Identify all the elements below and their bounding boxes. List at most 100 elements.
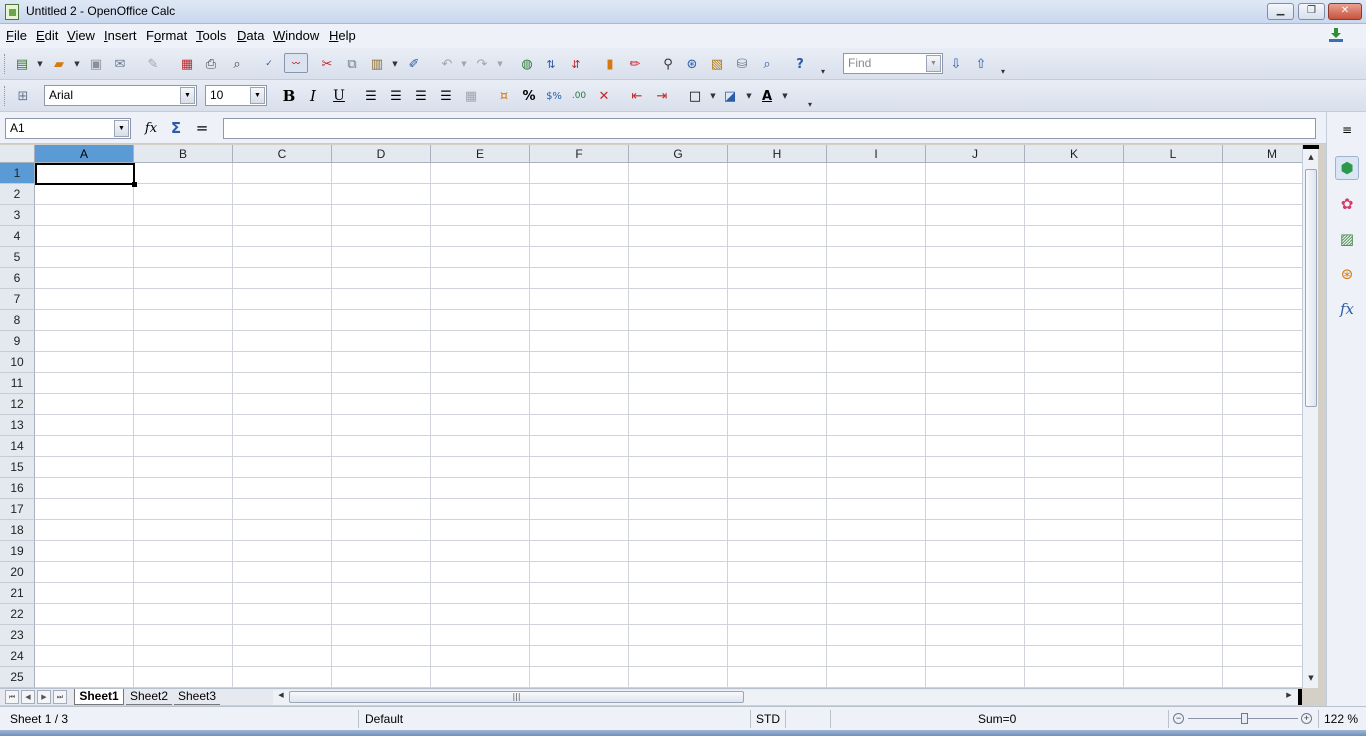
redo-dropdown-icon[interactable]: ▼	[496, 60, 504, 68]
new-dropdown-icon[interactable]: ▼	[36, 60, 44, 68]
borders-dropdown-icon[interactable]: ▼	[709, 92, 717, 100]
name-box-dropdown-icon[interactable]: ▼	[114, 120, 129, 137]
name-box[interactable]: A1 ▼	[5, 118, 131, 139]
update-available-icon[interactable]	[1328, 28, 1344, 42]
undo-dropdown-icon[interactable]: ▼	[460, 60, 468, 68]
align-right-icon[interactable]: ☰	[411, 86, 431, 106]
font-name-dropdown-icon[interactable]: ▼	[180, 87, 195, 104]
restore-button[interactable]: ❐	[1298, 3, 1325, 20]
scroll-left-icon[interactable]: ◀	[275, 691, 287, 703]
increase-indent-icon[interactable]: ⇥	[652, 86, 672, 106]
data-sources-icon[interactable]: ⛁	[732, 54, 752, 74]
menu-data[interactable]: Data	[237, 28, 264, 43]
row-header-4[interactable]: 4	[0, 226, 35, 247]
spellcheck-icon[interactable]: ✓	[259, 54, 279, 74]
font-size-box[interactable]: 10 ▼	[205, 85, 267, 106]
decrease-indent-icon[interactable]: ⇤	[627, 86, 647, 106]
email-document-icon[interactable]: ✉	[110, 54, 130, 74]
column-header-b[interactable]: B	[134, 145, 233, 163]
row-header-2[interactable]: 2	[0, 184, 35, 205]
underline-icon[interactable]: U	[329, 86, 349, 106]
row-header-14[interactable]: 14	[0, 436, 35, 457]
row-header-8[interactable]: 8	[0, 310, 35, 331]
row-header-15[interactable]: 15	[0, 457, 35, 478]
last-sheet-icon[interactable]: ⏭	[53, 690, 67, 704]
previous-sheet-icon[interactable]: ◀	[21, 690, 35, 704]
delete-decimal-place-icon[interactable]: ✕	[594, 86, 614, 106]
italic-icon[interactable]: I	[303, 86, 323, 106]
row-header-16[interactable]: 16	[0, 478, 35, 499]
export-pdf-icon[interactable]: ▦	[177, 54, 197, 74]
sheet-tab-1[interactable]: Sheet1	[74, 689, 124, 705]
minimize-button[interactable]: ▁	[1267, 3, 1294, 20]
hyperlink-icon[interactable]: ◍	[517, 54, 537, 74]
horizontal-scrollbar[interactable]: ◀ ||| ▶	[273, 690, 1298, 705]
column-header-k[interactable]: K	[1025, 145, 1124, 163]
sum-label[interactable]: Sum=0	[978, 712, 1016, 726]
scroll-up-icon[interactable]: ▲	[1303, 153, 1319, 165]
active-cell-cursor[interactable]	[35, 163, 137, 187]
column-header-m[interactable]: M	[1223, 145, 1302, 163]
vertical-scrollbar[interactable]: ▲ ▼	[1302, 145, 1319, 688]
background-color-icon[interactable]: ◪	[720, 86, 740, 106]
next-sheet-icon[interactable]: ▶	[37, 690, 51, 704]
vertical-split-handle[interactable]	[1303, 145, 1319, 149]
row-header-7[interactable]: 7	[0, 289, 35, 310]
menu-tools[interactable]: Tools	[196, 28, 226, 43]
zoom-percent-label[interactable]: 122 %	[1324, 712, 1358, 726]
zoom-in-icon[interactable]: +	[1301, 713, 1312, 724]
horizontal-scroll-thumb[interactable]: |||	[289, 691, 744, 703]
help-icon[interactable]: ?	[790, 54, 810, 74]
toolbar-grip[interactable]	[4, 86, 7, 106]
row-header-23[interactable]: 23	[0, 625, 35, 646]
row-header-5[interactable]: 5	[0, 247, 35, 268]
align-center-icon[interactable]: ☰	[386, 86, 406, 106]
sidebar-menu-icon[interactable]: ≡	[1335, 118, 1359, 142]
toolbar-overflow-icon[interactable]: ▾	[818, 52, 828, 76]
styles-icon[interactable]: ✿	[1335, 192, 1359, 216]
undo-icon[interactable]: ↶	[437, 54, 457, 74]
open-folder-icon[interactable]: ▰	[49, 54, 69, 74]
sheet-tab-3[interactable]: Sheet3	[174, 689, 220, 705]
sort-descending-icon[interactable]: ⇵	[566, 54, 586, 74]
standard-number-format-icon[interactable]: $%	[544, 86, 564, 106]
row-header-13[interactable]: 13	[0, 415, 35, 436]
row-header-24[interactable]: 24	[0, 646, 35, 667]
column-header-j[interactable]: J	[926, 145, 1025, 163]
row-header-17[interactable]: 17	[0, 499, 35, 520]
row-header-25[interactable]: 25	[0, 667, 35, 688]
select-all-corner[interactable]	[0, 145, 35, 163]
sort-ascending-icon[interactable]: ⇅	[541, 54, 561, 74]
gallery-sidebar-icon[interactable]: ▨	[1335, 227, 1359, 251]
find-input[interactable]: Find ▼	[843, 53, 943, 74]
edit-file-icon[interactable]: ✎	[143, 54, 163, 74]
column-header-e[interactable]: E	[431, 145, 530, 163]
find-dropdown-icon[interactable]: ▼	[926, 55, 941, 72]
show-draw-functions-icon[interactable]: ✏	[625, 54, 645, 74]
properties-icon[interactable]: ⬢	[1335, 156, 1359, 180]
font-color-dropdown-icon[interactable]: ▼	[781, 92, 789, 100]
column-header-c[interactable]: C	[233, 145, 332, 163]
menu-view[interactable]: View	[67, 28, 95, 43]
find-replace-icon[interactable]: ⚲	[658, 54, 678, 74]
vertical-scroll-thumb[interactable]	[1305, 169, 1317, 407]
row-header-20[interactable]: 20	[0, 562, 35, 583]
copy-icon[interactable]: ⧉	[342, 54, 362, 74]
selection-mode-label[interactable]: STD	[756, 712, 780, 726]
redo-icon[interactable]: ↷	[472, 54, 492, 74]
bold-icon[interactable]: B	[279, 86, 299, 106]
column-header-i[interactable]: I	[827, 145, 926, 163]
column-header-a[interactable]: A	[35, 145, 134, 163]
font-name-box[interactable]: Arial ▼	[44, 85, 197, 106]
menu-file[interactable]: File	[6, 28, 27, 43]
menu-edit[interactable]: Edit	[36, 28, 58, 43]
toolbar-grip[interactable]	[4, 54, 7, 74]
paste-icon[interactable]: ▥	[367, 54, 387, 74]
percent-format-icon[interactable]: %	[519, 86, 539, 106]
column-header-d[interactable]: D	[332, 145, 431, 163]
row-header-22[interactable]: 22	[0, 604, 35, 625]
justify-icon[interactable]: ☰	[436, 86, 456, 106]
column-header-h[interactable]: H	[728, 145, 827, 163]
paste-dropdown-icon[interactable]: ▼	[391, 60, 399, 68]
add-decimal-place-icon[interactable]: .00	[569, 86, 589, 106]
